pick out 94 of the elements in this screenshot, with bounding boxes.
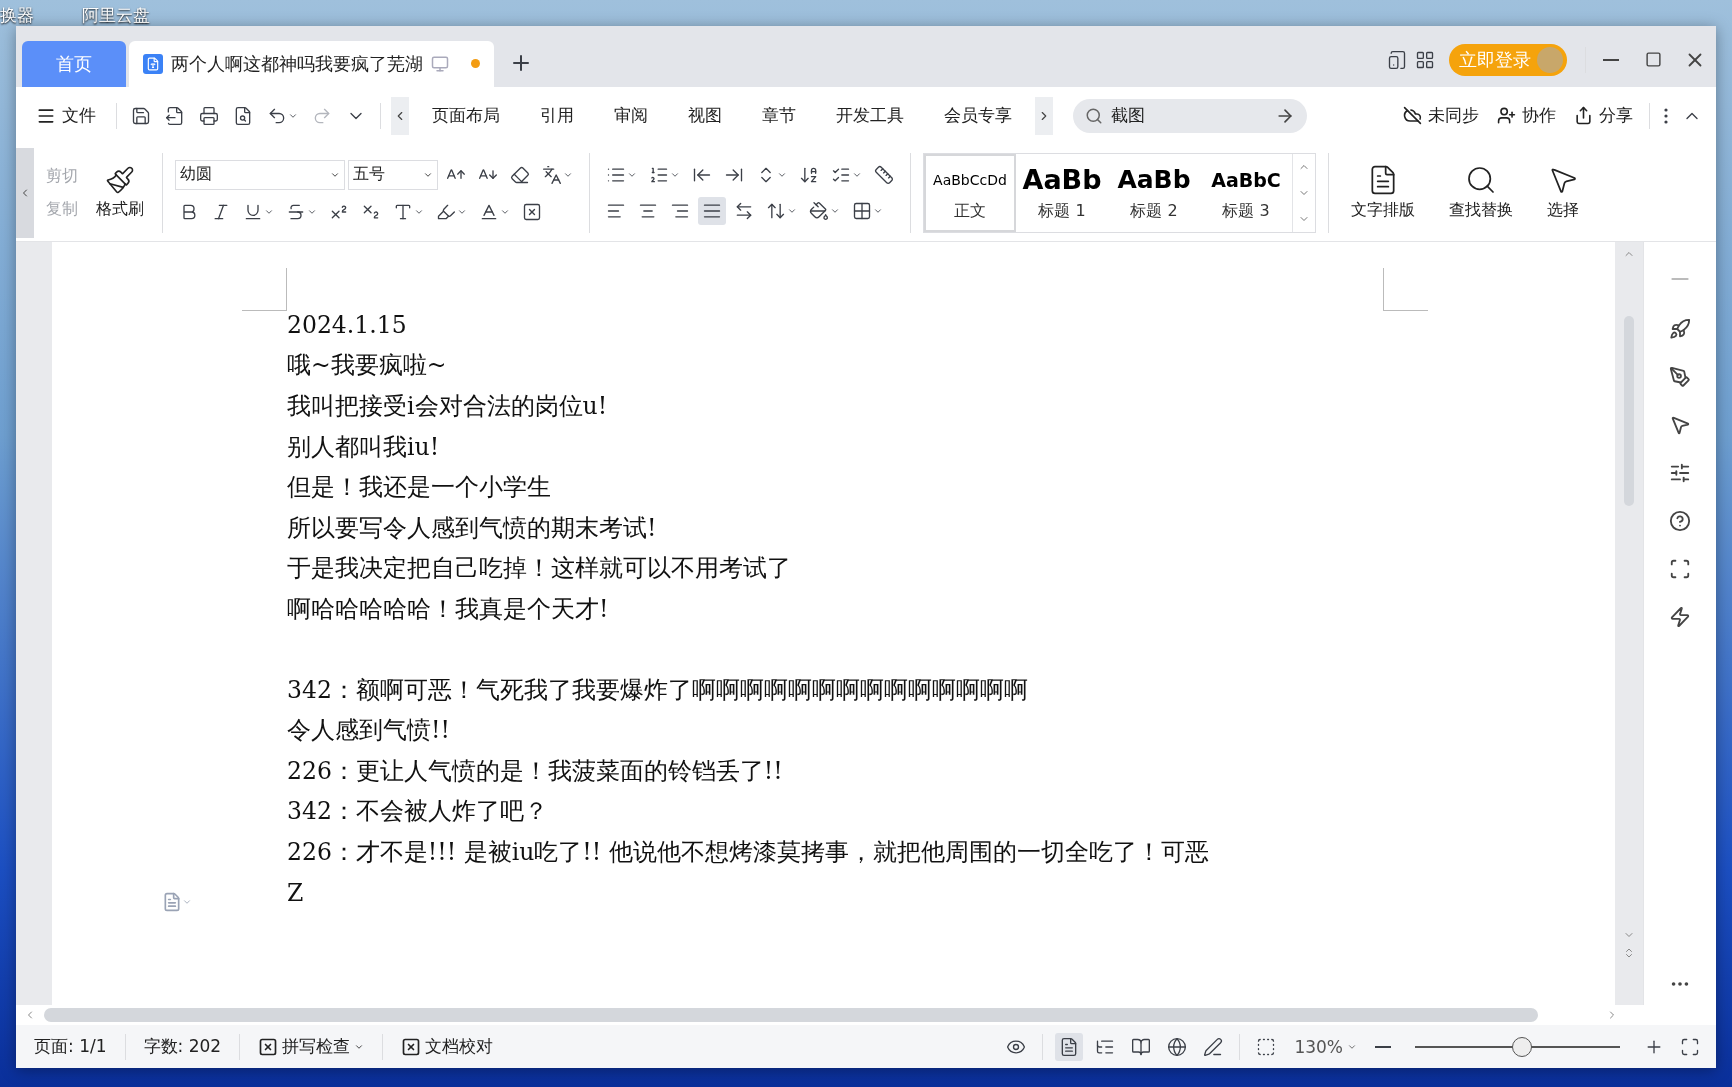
- eraser-icon: [510, 164, 530, 185]
- align-distributed-icon: [734, 200, 754, 221]
- tab-title: 两个人啊这都神吗我要疯了芜湖: [171, 51, 423, 76]
- style-preview: AaBb: [1117, 164, 1191, 197]
- style-label: 标题 1: [1038, 201, 1086, 223]
- ribbon-tool-button[interactable]: 文字排版: [1345, 162, 1421, 224]
- print-icon: [199, 105, 219, 126]
- document-line: 342：不会被人炸了吧？: [287, 796, 549, 828]
- style-option[interactable]: AaBbCcDd 正文: [924, 153, 1016, 232]
- page-nav-icon[interactable]: [1623, 947, 1635, 960]
- avatar-icon: [1537, 46, 1563, 73]
- ribbon-tool-button[interactable]: 选择: [1541, 162, 1585, 224]
- checkbox-icon: [258, 1036, 279, 1057]
- document-line: 啊哈哈哈哈哈！我真是个天才!: [287, 593, 610, 625]
- ruler-icon: [874, 164, 894, 185]
- document-line: 226：更让人气愤的是！我菠菜面的铃铛丢了!!: [287, 755, 784, 787]
- help-icon[interactable]: [1669, 509, 1691, 532]
- search-icon: [1085, 106, 1103, 125]
- document-line: 于是我决定把自己吃掉！这样就可以不用考试了: [287, 553, 792, 585]
- export-icon: [165, 105, 185, 126]
- margin-mark: [1383, 267, 1428, 311]
- paintbrush-icon: [105, 165, 135, 196]
- menu-tab[interactable]: 开发工具: [819, 100, 921, 132]
- document-logo-icon: [143, 53, 163, 74]
- menu-tab[interactable]: 会员专享: [927, 100, 1029, 132]
- document-line: 我叫把接受i会对合法的岗位u!: [287, 390, 609, 422]
- document-line: 哦~我要疯啦~: [287, 350, 448, 382]
- document-line: 但是！我还是一个小学生: [287, 472, 552, 504]
- document-line: 226：才不是!!! 是被iu吃了!! 他说他不想烤漆莫拷事，就把他周围的一切全吃了！可恶: [287, 836, 1210, 868]
- device-icon: [1387, 49, 1407, 70]
- style-label: 标题 3: [1222, 201, 1270, 223]
- document-line: 别人都叫我iu!: [287, 431, 441, 463]
- monitor-icon: [431, 54, 449, 73]
- style-label: 正文: [954, 201, 986, 223]
- menu-tab[interactable]: 页面布局: [415, 100, 517, 132]
- scrollbar-thumb[interactable]: [44, 1008, 1538, 1023]
- document-line: 342：额啊可恶！气死我了我要爆炸了啊啊啊啊啊啊啊啊啊啊啊啊啊啊: [287, 674, 1029, 706]
- checkbox-icon: [401, 1036, 422, 1057]
- share-icon: [1574, 106, 1593, 126]
- borders-icon: [852, 200, 872, 221]
- cloud-icon: [1403, 106, 1422, 126]
- document-line: 2024.1.15: [287, 309, 408, 341]
- minimize-icon: [1603, 58, 1619, 61]
- style-preview: AaBb: [1022, 163, 1102, 198]
- tab-title: 首页: [56, 51, 92, 76]
- fullscreen-icon: [1680, 1036, 1700, 1057]
- pen-icon[interactable]: [1669, 365, 1691, 388]
- save-icon: [131, 105, 151, 126]
- user-plus-icon: [1497, 106, 1516, 126]
- rocket-icon[interactable]: [1669, 317, 1691, 340]
- format-painter-button[interactable]: 格式刷: [90, 163, 150, 223]
- font-select[interactable]: 幼圆: [175, 159, 345, 190]
- spell-check-button[interactable]: 拼写检查: [252, 1034, 371, 1059]
- read-view-icon: [1131, 1036, 1152, 1057]
- toolbar-action[interactable]: 未同步: [1397, 100, 1485, 132]
- fit-page-icon: [1256, 1036, 1277, 1057]
- document-line: Z: [287, 877, 305, 909]
- menu-tab[interactable]: 审阅: [597, 100, 665, 132]
- word-count: 字数: 202: [142, 1035, 223, 1058]
- zoom-select[interactable]: 130%: [1288, 1035, 1363, 1058]
- page-view-button[interactable]: [1055, 1032, 1084, 1061]
- proofread-button[interactable]: 文档校对: [395, 1034, 500, 1059]
- write-view-icon: [1203, 1036, 1224, 1057]
- shading-icon: [809, 200, 829, 221]
- document-tab[interactable]: 两个人啊这都神吗我要疯了芜湖: [129, 40, 494, 87]
- menu-tab[interactable]: 章节: [745, 100, 813, 132]
- phonetic-guide-icon: [542, 164, 562, 185]
- search-field[interactable]: 截图: [1073, 98, 1307, 133]
- style-preview: AaBbC: [1211, 168, 1281, 194]
- document-line: 令人感到气愤!!: [287, 715, 451, 747]
- style-preview: AaBbCcDd: [933, 171, 1007, 191]
- toolbar-action[interactable]: 协作: [1491, 100, 1562, 132]
- scan-icon[interactable]: [1669, 557, 1691, 580]
- zoom-out-icon: [1375, 1045, 1391, 1048]
- font-size-select[interactable]: 五号: [348, 159, 438, 190]
- more-icon: [1664, 107, 1668, 124]
- margin-mark: [242, 267, 287, 311]
- file-menu[interactable]: 文件: [26, 100, 106, 132]
- character-border-icon: [522, 201, 542, 222]
- maximize-icon: [1644, 51, 1662, 69]
- slider-thumb[interactable]: [1511, 1036, 1532, 1057]
- sliders-icon[interactable]: [1669, 461, 1691, 484]
- lightning-icon[interactable]: [1669, 605, 1691, 628]
- style-label: 标题 2: [1130, 201, 1178, 223]
- grid-icon: [1415, 49, 1435, 70]
- align-justify-button[interactable]: [698, 196, 726, 225]
- print-preview-icon: [233, 105, 253, 126]
- menu-tab[interactable]: 视图: [671, 100, 739, 132]
- menu-tab[interactable]: 引用: [523, 100, 591, 132]
- ribbon-tool-button[interactable]: 查找替换: [1443, 162, 1519, 224]
- page-count: 页面: 1/1: [33, 1035, 108, 1058]
- web-view-icon: [1167, 1036, 1188, 1057]
- document-line: 所以要写令人感到气愤的期末考试!: [287, 512, 658, 544]
- toolbar-action[interactable]: 分享: [1568, 100, 1639, 132]
